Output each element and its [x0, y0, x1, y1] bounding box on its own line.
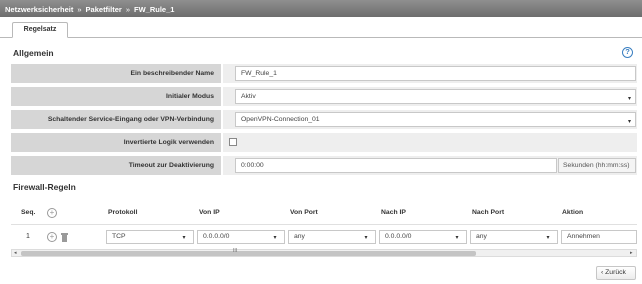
switching-input-field-cell: OpenVPN-Connection_01 ▾	[223, 110, 637, 129]
from-port-value: any	[294, 233, 305, 240]
form-row-initial-mode: Initialer Modus Aktiv ▾	[11, 87, 637, 106]
chevron-down-icon[interactable]: ▾	[359, 231, 373, 243]
column-header-protocol: Protokoll	[108, 209, 138, 216]
switching-input-label: Schaltender Service-Eingang oder VPN-Ver…	[11, 110, 221, 129]
chevron-down-icon[interactable]: ▾	[177, 231, 191, 243]
inverted-logic-label: Invertierte Logik verwenden	[11, 133, 221, 152]
section-title-general: Allgemein	[13, 48, 54, 58]
from-ip-value: 0.0.0.0/0	[203, 233, 230, 240]
form-row-name: Ein beschreibender Name FW_Rule_1	[11, 64, 637, 83]
scroll-left-arrow-icon[interactable]: ◂	[14, 250, 17, 256]
breadcrumb-separator: »	[77, 5, 82, 14]
form-row-timeout: Timeout zur Deaktivierung 0:00:00 Sekund…	[11, 156, 637, 175]
scroll-right-arrow-icon[interactable]: ▸	[630, 250, 633, 256]
breadcrumb-item-current: FW_Rule_1	[134, 5, 175, 14]
protocol-value: TCP	[112, 233, 126, 240]
trash-icon[interactable]	[61, 233, 68, 242]
to-port-value: any	[476, 233, 487, 240]
inverted-logic-checkbox[interactable]	[229, 138, 237, 146]
chevron-down-icon[interactable]: ▾	[450, 231, 464, 243]
back-button-label: Zurück	[605, 269, 626, 276]
switching-input-select[interactable]: OpenVPN-Connection_01 ▾	[235, 112, 636, 127]
form-row-switching-input: Schaltender Service-Eingang oder VPN-Ver…	[11, 110, 637, 129]
action-value: Annehmen	[567, 233, 600, 240]
switching-input-value: OpenVPN-Connection_01	[241, 116, 320, 123]
timeout-input[interactable]: 0:00:00	[235, 158, 557, 173]
chevron-down-icon[interactable]: ▾	[268, 231, 282, 243]
chevron-down-icon: ▾	[627, 119, 631, 125]
breadcrumb-item-netzwerksicherheit[interactable]: Netzwerksicherheit	[5, 5, 73, 14]
scrollbar-grip: III	[233, 248, 238, 254]
form-row-inverted-logic: Invertierte Logik verwenden	[11, 133, 637, 152]
timeout-label: Timeout zur Deaktivierung	[11, 156, 221, 175]
initial-mode-label: Initialer Modus	[11, 87, 221, 106]
breadcrumb-separator: »	[125, 5, 130, 14]
column-header-seq: Seq.	[21, 209, 36, 216]
scrollbar-thumb[interactable]	[21, 251, 476, 256]
name-field-cell: FW_Rule_1	[223, 64, 637, 83]
initial-mode-value: Aktiv	[241, 93, 256, 100]
chevron-left-icon: ‹	[601, 269, 604, 276]
name-label: Ein beschreibender Name	[11, 64, 221, 83]
timeout-field-cell: 0:00:00 Sekunden (hh:mm:ss)	[223, 156, 637, 175]
inverted-logic-field-cell	[223, 133, 637, 152]
breadcrumb: Netzwerksicherheit» Paketfilter» FW_Rule_1	[0, 0, 642, 17]
to-ip-value: 0.0.0.0/0	[385, 233, 412, 240]
chevron-down-icon: ▾	[627, 96, 631, 102]
timeout-unit-label: Sekunden (hh:mm:ss)	[558, 158, 636, 173]
chevron-down-icon[interactable]: ▾	[541, 231, 555, 243]
column-header-to-ip: Nach IP	[381, 209, 406, 216]
add-rule-icon[interactable]: +	[47, 208, 57, 218]
horizontal-scrollbar[interactable]	[11, 249, 637, 257]
initial-mode-select[interactable]: Aktiv ▾	[235, 89, 636, 104]
row-divider	[11, 224, 637, 225]
back-button[interactable]: ‹ Zurück	[596, 266, 636, 280]
help-icon[interactable]: ?	[622, 47, 633, 58]
column-header-action: Aktion	[562, 209, 584, 216]
section-title-firewall-rules: Firewall-Regeln	[13, 182, 76, 192]
name-input[interactable]: FW_Rule_1	[235, 66, 636, 81]
column-header-to-port: Nach Port	[472, 209, 505, 216]
column-header-from-port: Von Port	[290, 209, 318, 216]
column-header-from-ip: Von IP	[199, 209, 220, 216]
rule-seq: 1	[26, 233, 30, 240]
tab-strip: Regelsatz	[0, 17, 642, 38]
initial-mode-field-cell: Aktiv ▾	[223, 87, 637, 106]
action-select[interactable]: Annehmen	[561, 230, 637, 244]
breadcrumb-item-paketfilter[interactable]: Paketfilter	[86, 5, 122, 14]
insert-rule-icon[interactable]: +	[47, 232, 57, 242]
tab-regelsatz[interactable]: Regelsatz	[12, 22, 68, 38]
